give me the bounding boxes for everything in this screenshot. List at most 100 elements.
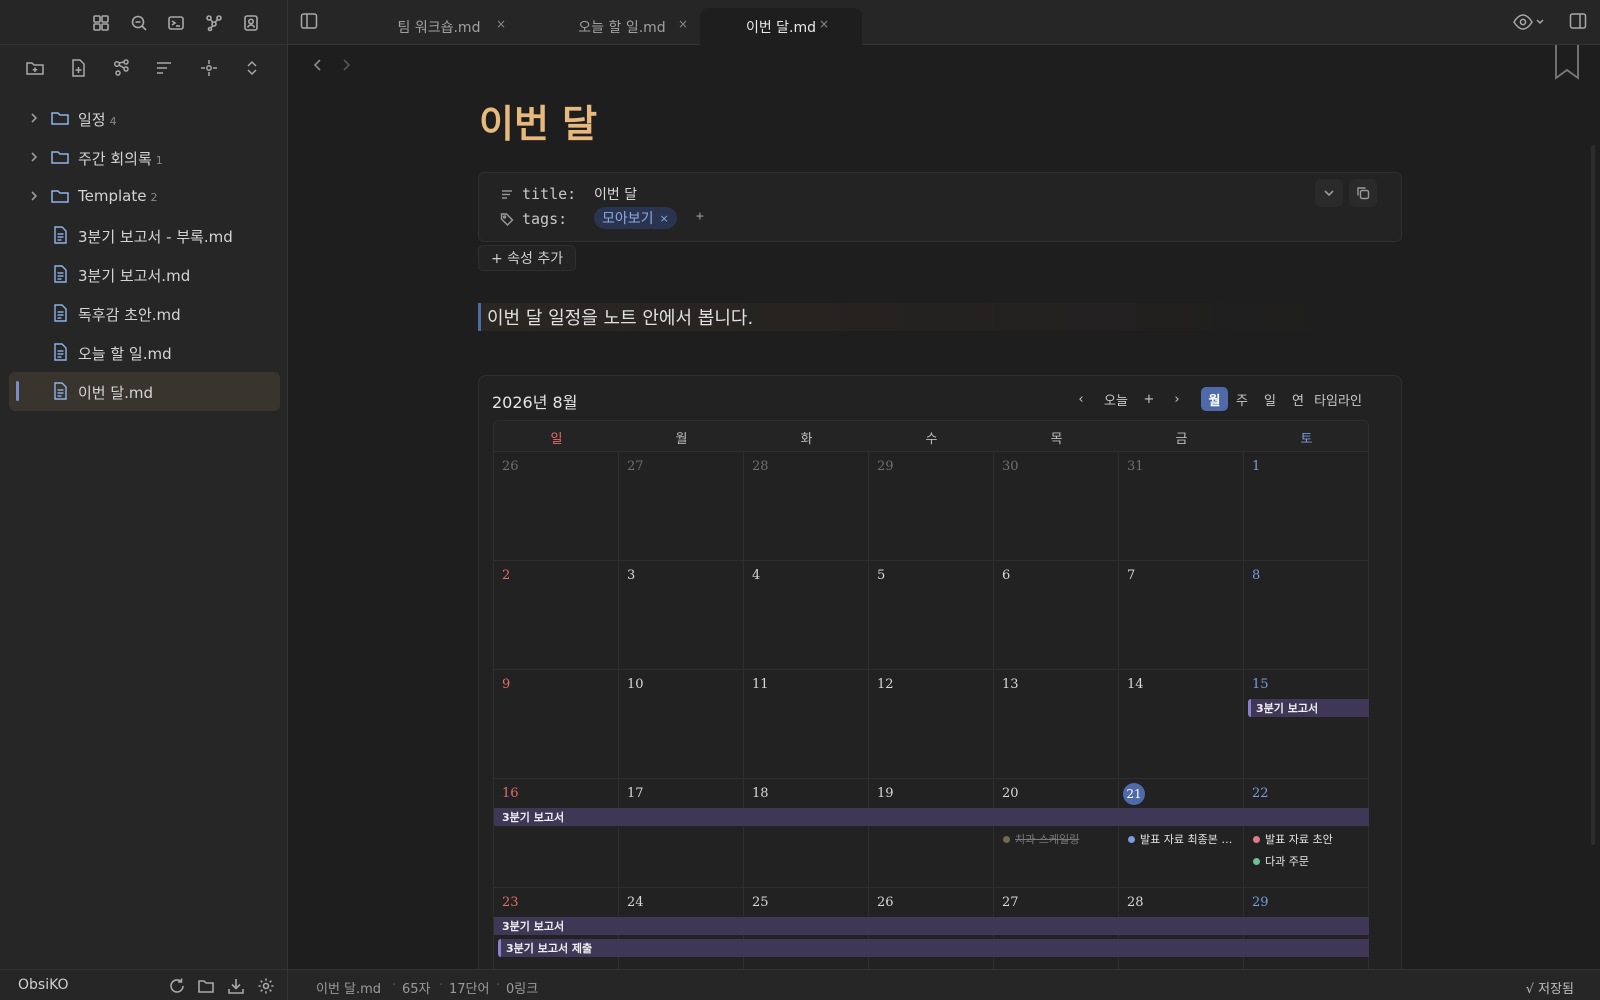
search-icon[interactable] (126, 10, 152, 36)
day-cell[interactable]: 3 (619, 561, 744, 670)
graph-icon[interactable] (201, 10, 227, 36)
view-month-button[interactable]: 월 (1201, 387, 1228, 411)
tab-close-icon[interactable]: × (496, 17, 506, 31)
day-cell[interactable]: 16 (494, 779, 619, 888)
calendar-event-draft-slides[interactable]: 발표 자료 초안 (1253, 831, 1365, 847)
tab-this-month[interactable]: 이번 달.md × (700, 8, 862, 45)
settings-gear-icon[interactable] (255, 975, 277, 997)
bookmark-icon[interactable] (1554, 45, 1580, 81)
day-cell[interactable]: 6 (994, 561, 1119, 670)
tab-today-todo[interactable]: 오늘 할 일.md × (537, 8, 707, 45)
chevron-down-icon[interactable] (1315, 179, 1343, 207)
terminal-icon[interactable] (163, 10, 189, 36)
new-folder-icon[interactable] (21, 54, 49, 82)
property-value[interactable]: 이번 달 (594, 184, 637, 204)
tree-folder-schedule[interactable]: 일정 4 (9, 99, 280, 138)
reading-view-eye-icon[interactable] (1512, 12, 1546, 32)
copy-icon[interactable] (1349, 179, 1377, 207)
calendar-next-button[interactable]: › (1167, 387, 1187, 411)
chevron-right-icon[interactable] (28, 112, 40, 124)
chevron-right-icon[interactable] (28, 190, 40, 202)
calendar-event-report[interactable]: 3분기 보고서 (1248, 699, 1369, 717)
reveal-icon[interactable] (195, 54, 223, 82)
sort-icon[interactable] (150, 54, 178, 82)
calendar-event-tea-order[interactable]: 다과 주문 (1253, 853, 1365, 869)
tab-close-icon[interactable]: × (819, 17, 829, 31)
calendar-event-final-slides[interactable]: 발표 자료 최종본 … (1128, 831, 1240, 847)
tree-folder-template[interactable]: Template 2 (9, 177, 280, 216)
day-cell[interactable]: 11 (744, 670, 869, 779)
dashboard-icon[interactable] (88, 10, 114, 36)
tree-file[interactable]: 독후감 초안.md (9, 294, 280, 333)
view-year-button[interactable]: 연 (1286, 387, 1310, 411)
chevron-right-icon[interactable] (28, 151, 40, 163)
today-badge: 21 (1123, 783, 1145, 805)
add-tag-button[interactable]: + (696, 209, 704, 224)
calendar-event-dental[interactable]: 치과 스케일링 (1003, 831, 1115, 847)
calendar-event-report[interactable]: 3분기 보고서 (494, 917, 1369, 935)
day-cell[interactable]: 30 (994, 452, 1119, 561)
day-cell[interactable]: 17 (619, 779, 744, 888)
day-cell[interactable]: 5 (869, 561, 994, 670)
calendar-event-report-submit[interactable]: 3분기 보고서 제출 (498, 939, 1369, 957)
right-sidebar-toggle-icon[interactable] (1568, 11, 1588, 31)
calendar-prev-button[interactable]: ‹ (1071, 387, 1091, 411)
tag-remove-icon[interactable]: × (660, 212, 669, 225)
day-number: 4 (752, 568, 761, 583)
day-cell[interactable]: 10 (619, 670, 744, 779)
back-arrow-icon[interactable] (311, 58, 325, 72)
day-cell[interactable]: 4 (744, 561, 869, 670)
day-cell[interactable]: 12 (869, 670, 994, 779)
calendar-event-report[interactable]: 3분기 보고서 (494, 808, 1369, 826)
day-cell[interactable]: 9 (494, 670, 619, 779)
folder-open-icon[interactable] (195, 975, 217, 997)
note-body-text[interactable]: 이번 달 일정을 노트 안에서 봅니다. (478, 303, 1378, 331)
day-cell[interactable]: 14 (1119, 670, 1244, 779)
day-cell[interactable]: 26 (494, 452, 619, 561)
tag-icon (500, 212, 514, 226)
view-week-button[interactable]: 주 (1230, 387, 1254, 411)
day-number: 8 (1252, 568, 1261, 583)
calendar-today-button[interactable]: 오늘 (1098, 387, 1134, 411)
tree-file-active[interactable]: 이번 달.md (9, 372, 280, 411)
day-cell[interactable]: 31 (1119, 452, 1244, 561)
sidebar-toggle-icon[interactable] (299, 11, 319, 31)
collapse-icon[interactable] (238, 54, 266, 82)
scrollbar-thumb[interactable] (1591, 145, 1595, 845)
day-cell[interactable]: 7 (1119, 561, 1244, 670)
calendar-add-button[interactable]: + (1139, 387, 1159, 411)
day-number: 3 (627, 568, 636, 583)
view-timeline-button[interactable]: 타임라인 (1313, 387, 1363, 411)
day-cell[interactable]: 19 (869, 779, 994, 888)
tree-file[interactable]: 3분기 보고서 - 부록.md (9, 216, 280, 255)
download-icon[interactable] (225, 975, 247, 997)
day-cell[interactable]: 29 (869, 452, 994, 561)
event-dot (1253, 857, 1260, 865)
day-cell[interactable]: 27 (619, 452, 744, 561)
day-cell[interactable]: 28 (744, 452, 869, 561)
day-cell[interactable]: 13 (994, 670, 1119, 779)
tree-folder-weekly-meeting[interactable]: 주간 회의록 1 (9, 138, 280, 177)
new-note-icon[interactable] (64, 54, 92, 82)
day-cell[interactable]: 8 (1244, 561, 1369, 670)
ribbon-toolbar (0, 0, 288, 45)
add-property-button[interactable]: + 속성 추가 (478, 245, 577, 271)
note-title[interactable]: 이번 달 (479, 93, 597, 148)
day-cell[interactable]: 15 (1244, 670, 1369, 779)
day-cell[interactable]: 2 (494, 561, 619, 670)
tree-file[interactable]: 오늘 할 일.md (9, 333, 280, 372)
view-day-button[interactable]: 일 (1258, 387, 1282, 411)
vault-name[interactable]: ObsiKO (18, 977, 69, 993)
sync-icon[interactable] (166, 975, 188, 997)
forward-arrow-icon[interactable] (339, 58, 353, 72)
day-cell[interactable]: 18 (744, 779, 869, 888)
graph-view-icon[interactable] (108, 54, 136, 82)
tab-team-workshop[interactable]: 팀 워크숍.md × (354, 8, 524, 45)
tree-file[interactable]: 3분기 보고서.md (9, 255, 280, 294)
day-cell[interactable]: 1 (1244, 452, 1369, 561)
day-number: 5 (877, 568, 886, 583)
file-icon (50, 225, 70, 245)
tag-pill[interactable]: 모아보기 × (594, 207, 677, 229)
tab-close-icon[interactable]: × (678, 17, 688, 31)
profile-icon[interactable] (238, 10, 264, 36)
